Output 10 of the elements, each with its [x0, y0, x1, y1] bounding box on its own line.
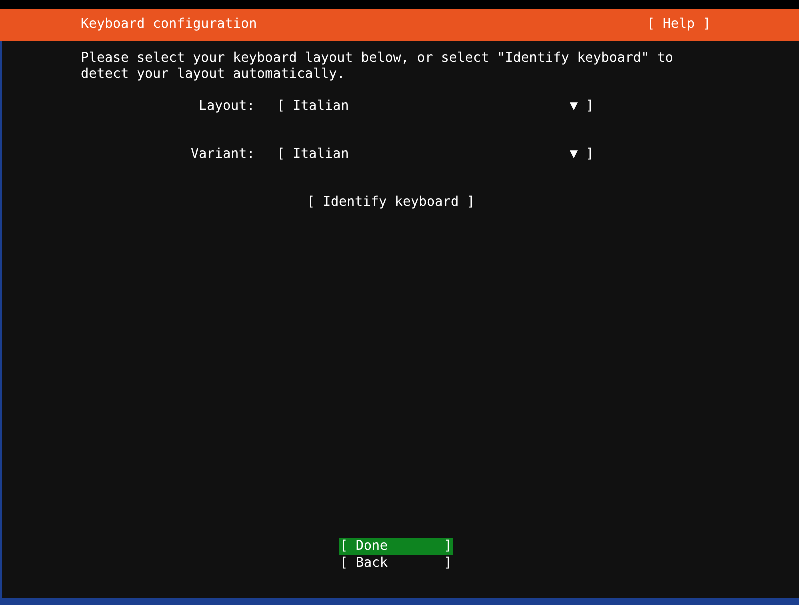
field-label: Layout:	[198, 99, 255, 115]
help-button[interactable]: [ Help ]	[646, 17, 711, 33]
instructions-text: Please select your keyboard layout below, or select "Identify keyboard" to detect your layout automatically.	[81, 51, 674, 83]
dropdown-field[interactable]: [ Italian ▼ ]	[277, 147, 594, 163]
identify-keyboard-button[interactable]: [ Identify keyboard ]	[306, 195, 476, 211]
dropdown-field[interactable]: [ Italian ▼ ]	[277, 99, 594, 115]
menu-button[interactable]: [ Done ]	[339, 538, 454, 555]
screen-title: Keyboard configuration	[81, 17, 258, 33]
menu-button[interactable]: [ Back ]	[339, 555, 454, 572]
field-label: Variant:	[190, 147, 255, 163]
